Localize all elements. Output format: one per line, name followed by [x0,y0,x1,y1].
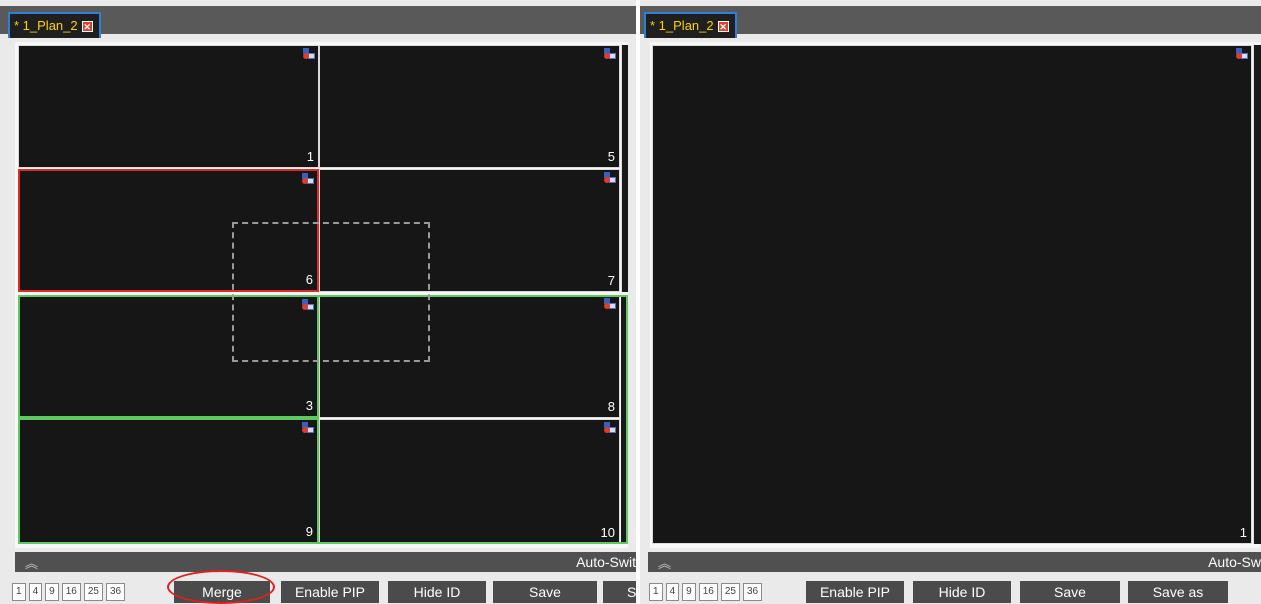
save-as-button[interactable]: Save as [1128,581,1228,603]
action-bar: 1 4 9 16 25 36 Enable PIP Hide ID Save S… [640,581,1261,603]
layout-4-button[interactable]: 4 [665,583,680,601]
layout-1-button[interactable]: 1 [649,583,663,601]
tab-bar: * 1_Plan_2 ✕ [0,6,636,38]
source-icon[interactable] [302,173,314,184]
layout-1-button[interactable]: 1 [12,583,26,601]
video-wall-grid: 1 [650,42,1261,548]
auto-switch-label: Auto-Sw [1208,554,1261,570]
auto-switch-bar[interactable]: ︽ Auto-Sw [648,552,1261,572]
group-outline-bottom [18,542,628,544]
collapse-icon[interactable]: ︽ [658,553,671,572]
merge-button[interactable]: Merge [174,581,270,603]
wall-cell[interactable]: 5 [319,45,620,168]
layout-buttons: 1 4 9 16 25 36 [649,583,763,601]
layout-16-button[interactable]: 16 [698,583,718,601]
layout-9-button[interactable]: 9 [45,583,59,601]
cell-number: 1 [1239,525,1247,540]
source-icon[interactable] [1236,48,1248,59]
auto-switch-bar[interactable]: ︽ Auto-Swit [15,552,636,572]
layout-25-button[interactable]: 25 [83,583,103,601]
close-icon[interactable]: ✕ [81,20,93,32]
source-icon[interactable] [604,48,616,59]
cell-number: 1 [306,149,314,164]
partial-column [1253,45,1261,544]
save-as-button[interactable]: S [603,581,636,603]
wall-cell[interactable]: 10 [319,419,620,544]
enable-pip-button[interactable]: Enable PIP [806,581,904,603]
layout-36-button[interactable]: 36 [742,583,763,601]
hide-id-button[interactable]: Hide ID [913,581,1011,603]
close-icon[interactable]: ✕ [717,20,729,32]
drag-selection-rect [232,222,430,362]
tab-bar: * 1_Plan_2 ✕ [640,6,1261,38]
cell-number: 9 [305,524,313,539]
plan-editor-right: * 1_Plan_2 ✕ 1 ︽ Auto-Sw 1 4 9 16 25 36 … [640,0,1261,604]
layout-36-button[interactable]: 36 [105,583,126,601]
plan-tab-title: * 1_Plan_2 [14,18,78,33]
save-button[interactable]: Save [1020,581,1120,603]
auto-switch-label: Auto-Swit [576,554,636,570]
wall-cell-grouped[interactable]: 9 [18,418,319,544]
source-icon[interactable] [604,422,616,433]
cell-number: 10 [600,525,615,540]
cell-number: 7 [607,273,615,288]
plan-editor-left: * 1_Plan_2 ✕ 1 5 6 7 3 8 9 10 ︽ Auto-Swi… [0,0,636,604]
source-icon[interactable] [604,298,616,309]
collapse-icon[interactable]: ︽ [25,553,38,572]
action-bar: 1 4 9 16 25 36 Merge Enable PIP Hide ID … [0,581,636,603]
plan-tab[interactable]: * 1_Plan_2 ✕ [644,12,737,38]
save-button[interactable]: Save [493,581,597,603]
plan-tab-title: * 1_Plan_2 [650,18,714,33]
cell-number: 3 [305,398,313,413]
cell-number: 5 [607,149,615,164]
source-icon[interactable] [302,422,314,433]
enable-pip-button[interactable]: Enable PIP [281,581,379,603]
hide-id-button[interactable]: Hide ID [388,581,486,603]
source-icon[interactable] [604,172,616,183]
plan-tab[interactable]: * 1_Plan_2 ✕ [8,12,101,38]
layout-9-button[interactable]: 9 [682,583,696,601]
wall-cell[interactable]: 1 [18,45,319,168]
partial-column [621,45,628,292]
cell-number: 8 [607,399,615,414]
partial-column [621,295,628,544]
source-icon[interactable] [303,48,315,59]
layout-buttons: 1 4 9 16 25 36 [12,583,126,601]
layout-16-button[interactable]: 16 [61,583,81,601]
layout-25-button[interactable]: 25 [720,583,740,601]
wall-cell-merged[interactable]: 1 [652,45,1252,544]
layout-4-button[interactable]: 4 [28,583,43,601]
